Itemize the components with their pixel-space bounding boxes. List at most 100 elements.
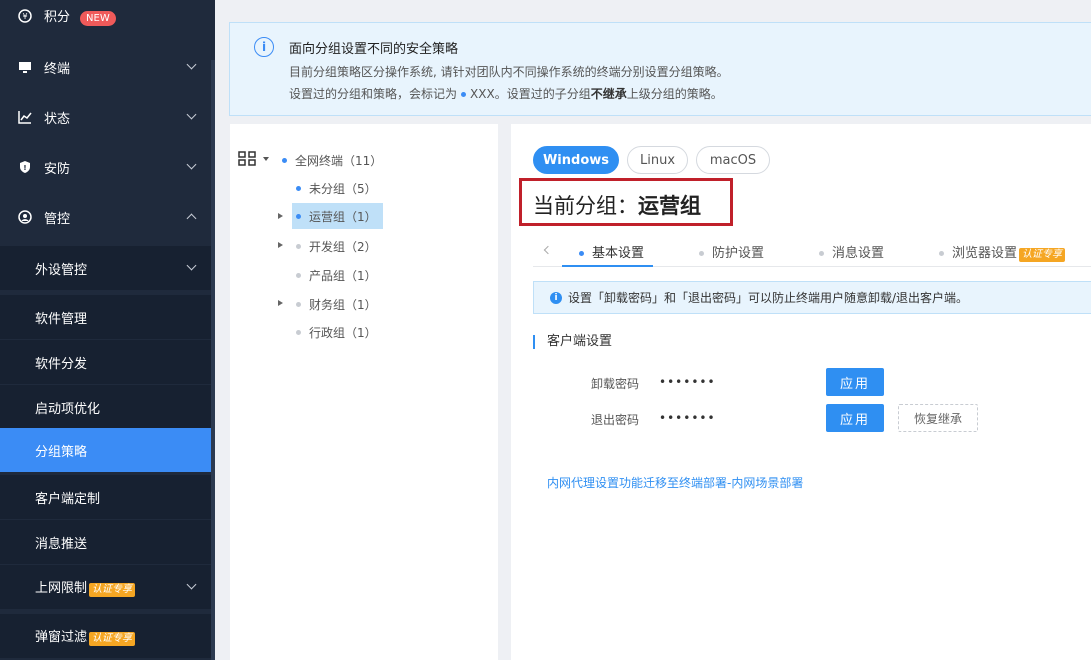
chevron-up-icon: [186, 213, 197, 224]
certified-badge: 认证专享: [89, 583, 136, 597]
tab-windows[interactable]: Windows: [533, 146, 619, 174]
sidebar-item-label: 启动项优化: [35, 401, 101, 417]
banner-text: 上级分组的策略。: [626, 87, 723, 101]
sidebar-item-security[interactable]: ! 安防: [0, 145, 211, 189]
banner-line1: 目前分组策略区分操作系统, 请针对团队内不同操作系统的终端分别设置分组策略。: [289, 65, 729, 79]
marker-dot-icon: [282, 157, 287, 163]
caret-down-icon[interactable]: [263, 157, 269, 161]
sidebar-item-popup-filter[interactable]: 弹窗过滤 认证专享: [0, 614, 211, 658]
monitor-icon: [18, 60, 32, 74]
tab-macos[interactable]: macOS: [696, 146, 770, 174]
tab-label: 浏览器设置: [952, 246, 1018, 261]
tab-label: 消息设置: [832, 246, 885, 261]
current-group-name: 运营组: [638, 194, 701, 218]
marker-dot-icon: [296, 185, 301, 191]
info-icon: i: [254, 37, 274, 57]
marker-dot-icon: [819, 251, 824, 256]
policy-panel: Windows Linux macOS 当前分组：运营组 基本设置 防护设置 消…: [511, 124, 1091, 660]
sidebar-item-status[interactable]: 状态: [0, 95, 211, 139]
settings-tabs: 基本设置 防护设置 消息设置 浏览器设置 认证专享: [533, 234, 1091, 267]
marker-dot-icon: [296, 329, 301, 335]
proxy-migration-link[interactable]: 内网代理设置功能迁移至终端部署-内网场景部署: [547, 474, 803, 491]
tab-label: 基本设置: [592, 246, 645, 261]
apply-uninstall-button[interactable]: 应用: [826, 368, 884, 396]
tip-text: 设置「卸载密码」和「退出密码」可以防止终端用户随意卸载/退出客户端。: [568, 291, 969, 305]
tree-node[interactable]: 开发组（2）: [292, 233, 377, 259]
tab-protection-settings[interactable]: 防护设置: [695, 242, 764, 261]
sidebar-item-label: 软件管理: [35, 311, 88, 327]
chevron-left-icon[interactable]: [543, 245, 553, 255]
exit-password-label: 退出密码: [591, 413, 640, 427]
sidebar-item-client-customization[interactable]: 客户端定制: [0, 475, 211, 519]
sidebar-item-label: 弹窗过滤: [35, 630, 88, 645]
banner-line2: 设置过的分组和策略，会标记为 XXX。设置过的子分组不继承上级分组的策略。: [289, 85, 723, 102]
sidebar-item-software-distribution[interactable]: 软件分发: [0, 340, 211, 384]
tree-node-label: 全网终端（11）: [295, 153, 383, 168]
sidebar-item-label: 终端: [44, 61, 71, 77]
tree-view-icon[interactable]: [238, 151, 258, 171]
sidebar-item-message-push[interactable]: 消息推送: [0, 520, 211, 564]
coin-icon: ¥: [18, 9, 32, 23]
uninstall-password-label: 卸载密码: [591, 377, 640, 391]
sidebar-item-internet-restriction[interactable]: 上网限制 认证专享: [0, 565, 211, 609]
sidebar-item-label: 状态: [44, 111, 71, 127]
marker-dot-icon: [699, 251, 704, 256]
sidebar-item-group-policy[interactable]: 分组策略: [0, 428, 211, 472]
exit-password-field[interactable]: •••••••: [659, 411, 716, 425]
certified-badge: 认证专享: [1019, 248, 1066, 262]
sidebar-item-label: 管控: [44, 211, 71, 227]
banner-text: 。设置过的子分组: [494, 87, 591, 101]
tree-node[interactable]: 行政组（1）: [292, 319, 377, 345]
marker-dot-icon: [296, 301, 301, 307]
chart-line-icon: [18, 110, 32, 124]
sidebar-item-label: 分组策略: [35, 444, 88, 460]
tree-node-selected[interactable]: 运营组（1）: [292, 203, 383, 229]
tip-bar: i 设置「卸载密码」和「退出密码」可以防止终端用户随意卸载/退出客户端。: [533, 281, 1091, 314]
certified-badge: 认证专享: [89, 632, 136, 646]
active-tab-indicator: [562, 265, 653, 267]
tree-node-label: 行政组（1）: [309, 325, 377, 340]
svg-text:¥: ¥: [22, 12, 27, 21]
expand-arrow-icon[interactable]: [278, 213, 283, 219]
sidebar-item-label: 软件分发: [35, 356, 88, 372]
banner-marker-text: XXX: [470, 87, 495, 101]
sidebar-item-points[interactable]: ¥ 积分 NEW: [0, 0, 211, 38]
sidebar-item-startup-optimization[interactable]: 启动项优化: [0, 385, 211, 429]
tree-node[interactable]: 产品组（1）: [292, 262, 377, 288]
sidebar: ¥ 积分 NEW 终端 状态 ! 安防 管控 外设管控 软件管理 软件分发 启动…: [0, 0, 215, 660]
tree-node-all[interactable]: 全网终端（11）: [278, 147, 382, 173]
current-group-title: 当前分组：运营组: [533, 190, 701, 220]
sidebar-item-peripheral-control[interactable]: 外设管控: [0, 246, 211, 290]
chevron-down-icon: [186, 260, 197, 271]
marker-dot-icon: [296, 272, 301, 278]
banner-text: 设置过的分组和策略，会标记为: [289, 87, 458, 101]
apply-exit-button[interactable]: 应用: [826, 404, 884, 432]
section-title: 客户端设置: [533, 335, 612, 349]
sidebar-scrollbar[interactable]: [211, 60, 215, 660]
sidebar-item-control[interactable]: 管控: [0, 195, 211, 239]
chevron-down-icon: [186, 109, 197, 120]
control-icon: [18, 210, 32, 224]
chevron-down-icon: [186, 159, 197, 170]
current-group-prefix: 当前分组：: [533, 194, 638, 218]
tree-node[interactable]: 财务组（1）: [292, 291, 377, 317]
sidebar-item-label: 安防: [44, 161, 71, 177]
tree-node[interactable]: 未分组（5）: [292, 175, 377, 201]
tree-node-label: 开发组（2）: [309, 239, 377, 254]
svg-text:!: !: [23, 164, 26, 172]
expand-arrow-icon[interactable]: [278, 242, 283, 248]
info-banner: i 面向分组设置不同的安全策略 目前分组策略区分操作系统, 请针对团队内不同操作…: [229, 22, 1091, 116]
uninstall-password-field[interactable]: •••••••: [659, 375, 716, 389]
tab-basic-settings[interactable]: 基本设置: [575, 242, 644, 261]
sidebar-item-terminal[interactable]: 终端: [0, 45, 211, 89]
sidebar-item-software-management[interactable]: 软件管理: [0, 295, 211, 339]
tab-browser-settings[interactable]: 浏览器设置 认证专享: [935, 242, 1066, 262]
new-badge: NEW: [80, 11, 116, 26]
tab-linux[interactable]: Linux: [627, 146, 688, 174]
tab-message-settings[interactable]: 消息设置: [815, 242, 884, 261]
tab-label: 防护设置: [712, 246, 765, 261]
expand-arrow-icon[interactable]: [278, 300, 283, 306]
sidebar-item-label: 客户端定制: [35, 491, 101, 507]
restore-inherit-button[interactable]: 恢复继承: [898, 404, 978, 432]
chevron-down-icon: [186, 59, 197, 70]
